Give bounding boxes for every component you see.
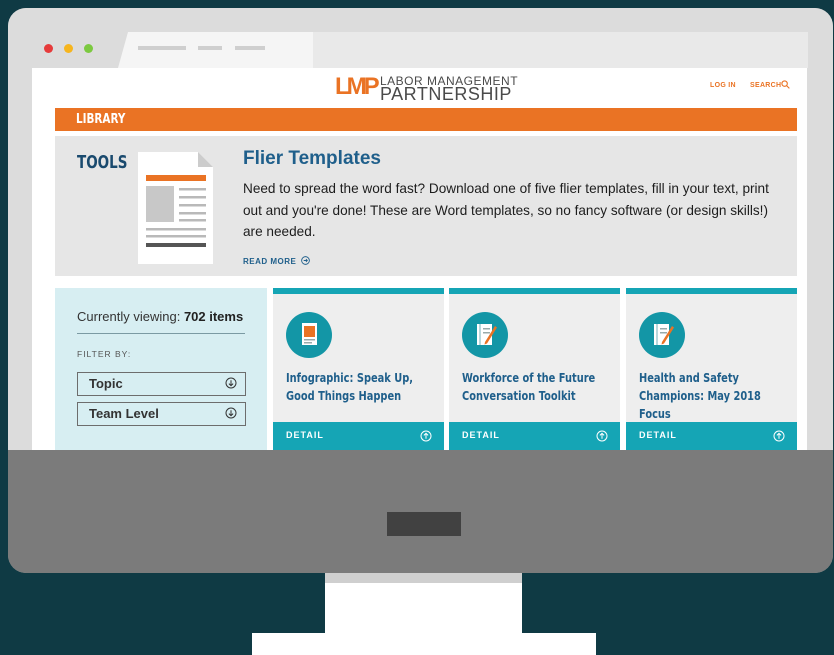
detail-label: DETAIL bbox=[462, 430, 500, 440]
detail-label: DETAIL bbox=[639, 430, 677, 440]
card-title[interactable]: Workforce of the Future Conversation Too… bbox=[462, 369, 610, 405]
arrow-up-circle-icon bbox=[420, 430, 432, 442]
chevron-down-circle-icon bbox=[225, 407, 237, 419]
sidebar-divider bbox=[77, 333, 245, 334]
monitor-logo bbox=[387, 512, 461, 536]
section-label: TOOLS bbox=[77, 152, 128, 173]
arrow-up-circle-icon bbox=[596, 430, 608, 442]
chevron-down-circle-icon bbox=[225, 377, 237, 389]
card-title[interactable]: Health and Safety Champions: May 2018 Fo… bbox=[639, 369, 787, 423]
card-accent-bar bbox=[273, 288, 444, 294]
card-badge bbox=[286, 312, 332, 358]
read-more-link[interactable]: READ MORE bbox=[243, 256, 310, 266]
filter-by-label: FILTER BY: bbox=[77, 349, 132, 359]
card-badge bbox=[639, 312, 685, 358]
tab-title-placeholder bbox=[235, 46, 265, 50]
site-logo-line2: PARTNERSHIP bbox=[380, 84, 512, 104]
library-bar: LIBRARY bbox=[55, 108, 797, 131]
card-badge bbox=[462, 312, 508, 358]
feature-description: Need to spread the word fast? Download o… bbox=[243, 181, 769, 239]
monitor-neck-shadow bbox=[325, 573, 522, 583]
notepad-icon bbox=[654, 324, 674, 345]
card-detail-bar[interactable]: DETAIL bbox=[626, 422, 797, 450]
site-logo-mark[interactable]: LMP bbox=[335, 74, 380, 100]
maximize-dot-icon[interactable] bbox=[84, 44, 93, 53]
card-detail-bar[interactable]: DETAIL bbox=[273, 422, 444, 450]
search-link[interactable]: SEARCH bbox=[750, 82, 781, 89]
card-title[interactable]: Infographic: Speak Up, Good Things Happe… bbox=[286, 369, 434, 405]
card-accent-bar bbox=[626, 288, 797, 294]
detail-label: DETAIL bbox=[286, 430, 324, 440]
resource-card[interactable]: Workforce of the Future Conversation Too… bbox=[449, 288, 620, 450]
search-icon[interactable] bbox=[781, 80, 790, 89]
notepad-icon bbox=[477, 324, 497, 345]
topic-filter-dropdown[interactable]: Topic bbox=[77, 372, 246, 396]
document-icon bbox=[138, 152, 213, 264]
resource-card[interactable]: Health and Safety Champions: May 2018 Fo… bbox=[626, 288, 797, 450]
tab-title-placeholder bbox=[138, 46, 186, 50]
close-dot-icon[interactable] bbox=[44, 44, 53, 53]
monitor-stand bbox=[252, 633, 596, 655]
feature-title[interactable]: Flier Templates bbox=[243, 148, 381, 170]
infographic-icon bbox=[302, 323, 317, 345]
login-link[interactable]: LOG IN bbox=[710, 82, 736, 89]
read-more-label: READ MORE bbox=[243, 257, 297, 266]
arrow-up-circle-icon bbox=[773, 430, 785, 442]
filter-label: Topic bbox=[89, 376, 123, 391]
browser-tab[interactable] bbox=[118, 32, 313, 68]
browser-tabstrip bbox=[310, 32, 808, 68]
card-accent-bar bbox=[449, 288, 620, 294]
minimize-dot-icon[interactable] bbox=[64, 44, 73, 53]
item-count: Currently viewing: 702 items bbox=[77, 309, 243, 324]
card-detail-bar[interactable]: DETAIL bbox=[449, 422, 620, 450]
arrow-right-circle-icon bbox=[301, 256, 310, 265]
item-count-value: 702 items bbox=[183, 309, 244, 324]
filter-label: Team Level bbox=[89, 406, 159, 421]
item-count-prefix: Currently viewing: bbox=[77, 309, 184, 324]
team-level-filter-dropdown[interactable]: Team Level bbox=[77, 402, 246, 426]
resource-card[interactable]: Infographic: Speak Up, Good Things Happe… bbox=[273, 288, 444, 450]
tab-title-placeholder bbox=[198, 46, 222, 50]
library-label: LIBRARY bbox=[76, 112, 126, 127]
